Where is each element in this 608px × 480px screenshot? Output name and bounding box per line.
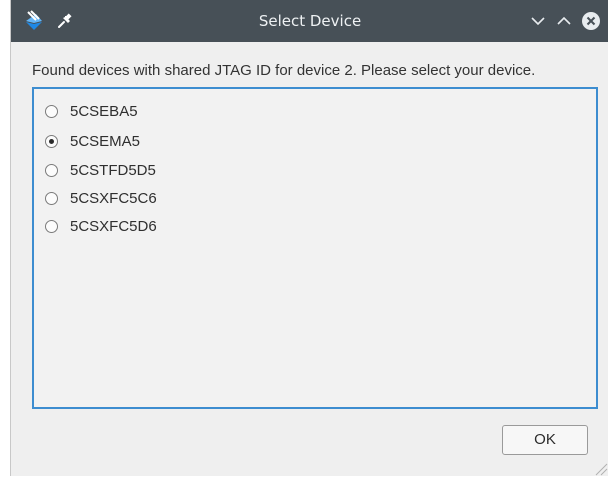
radio-button[interactable] <box>45 192 58 205</box>
radio-button-selected[interactable] <box>45 135 58 148</box>
chevron-up-icon[interactable] <box>554 11 574 31</box>
device-label: 5CSEMA5 <box>70 133 141 150</box>
select-device-dialog: Select Device Found devices with shared … <box>10 0 608 476</box>
radio-dot-icon <box>49 139 54 144</box>
chevron-down-icon[interactable] <box>528 11 548 31</box>
resize-grip-icon[interactable] <box>594 461 608 476</box>
device-label: 5CSXFC5C6 <box>70 190 157 207</box>
dialog-message: Found devices with shared JTAG ID for de… <box>32 62 536 79</box>
close-icon[interactable] <box>581 11 601 31</box>
device-option-5csxfc5c6[interactable]: 5CSXFC5C6 <box>45 189 345 209</box>
device-label: 5CSEBA5 <box>70 103 138 120</box>
radio-button[interactable] <box>45 164 58 177</box>
radio-button[interactable] <box>45 220 58 233</box>
device-option-5csema5[interactable]: 5CSEMA5 <box>45 132 345 152</box>
radio-button[interactable] <box>45 105 58 118</box>
device-option-5cstfd5d5[interactable]: 5CSTFD5D5 <box>45 161 345 181</box>
device-label: 5CSXFC5D6 <box>70 218 157 235</box>
window-title: Select Device <box>258 12 362 30</box>
ok-button[interactable]: OK <box>502 425 588 455</box>
title-bar[interactable]: Select Device <box>11 0 608 42</box>
device-option-5cseba5[interactable]: 5CSEBA5 <box>45 102 345 122</box>
device-list[interactable]: 5CSEBA5 5CSEMA5 5CSTFD5D5 5CSXFC5C6 5CSX… <box>32 87 598 409</box>
device-option-5csxfc5d6[interactable]: 5CSXFC5D6 <box>45 217 345 237</box>
device-label: 5CSTFD5D5 <box>70 162 156 179</box>
